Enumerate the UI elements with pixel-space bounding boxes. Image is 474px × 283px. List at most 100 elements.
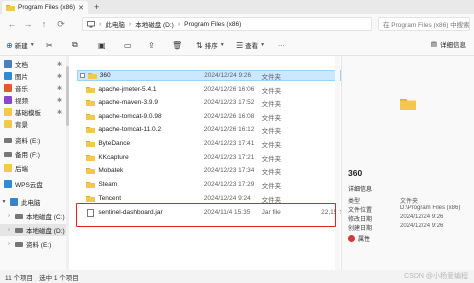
computer-icon <box>87 20 95 27</box>
sidebar-item[interactable]: 文档 ✱ <box>0 58 66 70</box>
file-list-scrollbar[interactable] <box>335 56 340 270</box>
file-date: 2024/12/26 16:08 <box>203 113 255 120</box>
address-bar[interactable]: › 此电脑 › 本地磁盘 (D:) › Program Files (x86) <box>82 17 372 31</box>
sidebar-item-label: 本地磁盘 (C:) <box>26 214 65 221</box>
folder-icon <box>4 108 12 116</box>
sidebar-item-label: 视频 <box>15 98 28 105</box>
search-input[interactable]: 在 Program Files (x86) 中搜索 <box>378 17 470 31</box>
refresh-icon[interactable]: ⟳ <box>55 18 67 30</box>
details-property-value: 2024/12/24 9:26 <box>400 223 444 229</box>
sidebar-item[interactable]: 视频 ✱ <box>0 94 66 106</box>
details-property-row: 修改日期 2024/12/24 9:26 <box>348 214 473 223</box>
file-type: 文件夹 <box>261 196 282 204</box>
file-row[interactable]: apache-tomcat-11.0.2 2024/12/26 16:12 文件夹 <box>77 124 341 135</box>
sidebar-item[interactable]: › 本地磁盘 (C:) <box>0 210 66 222</box>
file-date: 2024/12/26 16:06 <box>203 86 255 93</box>
breadcrumb-drive-d[interactable]: 本地磁盘 (D:) <box>135 19 174 29</box>
sidebar-item[interactable]: 备用 (F:) <box>0 148 66 160</box>
expand-chevron-icon[interactable]: › <box>6 241 12 247</box>
file-name: Mobatek <box>98 167 124 174</box>
sort-icon: ⇅ <box>196 40 203 50</box>
sidebar-item[interactable]: › 资料 (E:) <box>0 238 66 250</box>
file-row[interactable]: 360 2024/12/24 9:26 文件夹 <box>77 70 341 81</box>
file-date: 2024/12/24 9:26 <box>204 72 252 79</box>
properties-button[interactable]: 属性 <box>348 234 370 243</box>
sort-button[interactable]: ⇅ 排序 ▼ <box>196 39 225 51</box>
file-row[interactable]: ByteDance 2024/12/23 17:41 文件夹 <box>77 138 341 149</box>
breadcrumb-chevron-icon: › <box>128 20 132 28</box>
command-bar: ⊕ 新建 ▼ ✂ ⧉ ▣ ▭ ⇪ 🗑 ⇅ 排序 ▼ ☰ 查看 ▼ ··· ▤ 详… <box>0 34 474 56</box>
file-row[interactable]: Mobatek 2024/12/23 17:34 文件夹 <box>77 165 341 176</box>
cut-button[interactable]: ✂ <box>46 39 53 51</box>
sidebar-item[interactable]: 基础模板 ✱ <box>0 106 66 118</box>
up-arrow-icon[interactable]: ↑ <box>38 18 50 30</box>
pin-icon: ✱ <box>56 97 62 104</box>
folder-icon <box>87 73 97 79</box>
file-row[interactable]: Tencent 2024/12/24 9:24 文件夹 <box>77 193 341 204</box>
sidebar-item[interactable]: › 本地磁盘 (D:) <box>0 224 66 236</box>
expand-chevron-icon[interactable]: › <box>6 227 12 233</box>
sidebar-item-label: 备用 (F:) <box>15 152 40 159</box>
file-row[interactable]: Steam 2024/12/23 17:29 文件夹 <box>77 179 341 190</box>
document-icon <box>4 60 12 68</box>
file-row[interactable]: KKcapture 2024/12/23 17:21 文件夹 <box>77 152 341 163</box>
sidebar-item[interactable]: 图片 ✱ <box>0 70 66 82</box>
expand-chevron-icon[interactable]: ▼ <box>1 199 7 205</box>
picture-icon <box>4 72 12 80</box>
breadcrumb-this-pc[interactable]: 此电脑 <box>105 19 125 29</box>
properties-label: 属性 <box>358 237 371 243</box>
status-bar: 11 个项目 选中 1 个项目 <box>0 270 474 283</box>
column-header-row <box>69 56 341 68</box>
file-name: apache-jmeter-5.4.1 <box>98 86 157 93</box>
back-arrow-icon[interactable]: ← <box>6 18 18 30</box>
sidebar-item-label: 音乐 <box>15 86 28 93</box>
drive-icon <box>15 213 23 219</box>
details-pane-label: 详细信息 <box>440 42 466 49</box>
forward-arrow-icon[interactable]: → <box>22 18 34 30</box>
sidebar-item[interactable]: WPS云盘 <box>0 178 66 190</box>
more-options-button[interactable]: ··· <box>278 39 285 51</box>
sidebar-item[interactable]: 后端 <box>0 162 66 174</box>
new-button[interactable]: ⊕ 新建 ▼ <box>6 39 35 51</box>
sidebar-item-label: 资料 (E:) <box>15 138 41 145</box>
details-property-row: 类型 文件夹 <box>348 196 473 205</box>
sidebar-item-label: 文档 <box>15 62 28 69</box>
folder-icon <box>6 5 15 11</box>
sidebar-item-label: 后端 <box>15 166 28 173</box>
expand-chevron-icon[interactable]: › <box>6 213 12 219</box>
close-tab-icon[interactable]: ✕ <box>78 4 84 12</box>
details-pane-button[interactable]: ▤ 详细信息 <box>431 39 466 49</box>
sidebar-item[interactable]: 背景 <box>0 118 66 130</box>
sidebar-item[interactable]: 音乐 ✱ <box>0 82 66 94</box>
share-button[interactable]: ⇪ <box>148 39 155 51</box>
share-icon: ⇪ <box>148 40 155 50</box>
view-button[interactable]: ☰ 查看 ▼ <box>236 39 265 51</box>
new-tab-button[interactable]: + <box>94 2 99 12</box>
sidebar-item[interactable]: 资料 (E:) <box>0 134 66 146</box>
details-title: 360 <box>348 168 363 178</box>
file-row[interactable]: apache-maven-3.9.9 2024/12/23 17:52 文件夹 <box>77 97 341 108</box>
watermark: CSDN @小杨爱编程 <box>404 273 468 280</box>
tab-program-files[interactable]: Program Files (x86) ✕ <box>2 1 88 14</box>
sidebar-item[interactable]: ▼ 此电脑 <box>0 196 66 208</box>
paste-icon: ▣ <box>98 40 106 50</box>
rename-button[interactable]: ▭ <box>124 39 132 51</box>
file-row[interactable]: apache-tomcat-9.0.98 2024/12/26 16:08 文件夹 <box>77 111 341 122</box>
chevron-down-icon: ▼ <box>260 42 266 48</box>
delete-button[interactable]: 🗑 <box>172 39 182 51</box>
paste-button[interactable]: ▣ <box>98 39 106 51</box>
file-name: Tencent <box>98 195 122 202</box>
breadcrumb-chevron-icon: › <box>99 20 102 28</box>
row-checkbox[interactable] <box>80 73 85 78</box>
file-row[interactable]: apache-jmeter-5.4.1 2024/12/26 16:06 文件夹 <box>77 84 341 95</box>
breadcrumb-chevron-icon: › <box>177 20 181 28</box>
plus-circle-icon: ⊕ <box>6 40 13 50</box>
chevron-down-icon: ▼ <box>219 42 225 48</box>
copy-button[interactable]: ⧉ <box>72 39 78 51</box>
breadcrumb-program-files[interactable]: Program Files (x86) <box>184 21 241 28</box>
file-row[interactable]: sentinel-dashboard.jar 2024/11/4 15:35 Jar… <box>77 207 341 218</box>
navigation-pane: 文档 ✱ 图片 ✱ 音乐 ✱ 视频 ✱ 基础模板 ✱ 背景 资料 (E:) 备用 (F:) 后端 WPS云盘… <box>0 56 69 270</box>
folder-icon <box>86 196 96 202</box>
selection-count: 选中 1 个项目 <box>39 274 79 282</box>
folder-icon <box>86 155 96 161</box>
